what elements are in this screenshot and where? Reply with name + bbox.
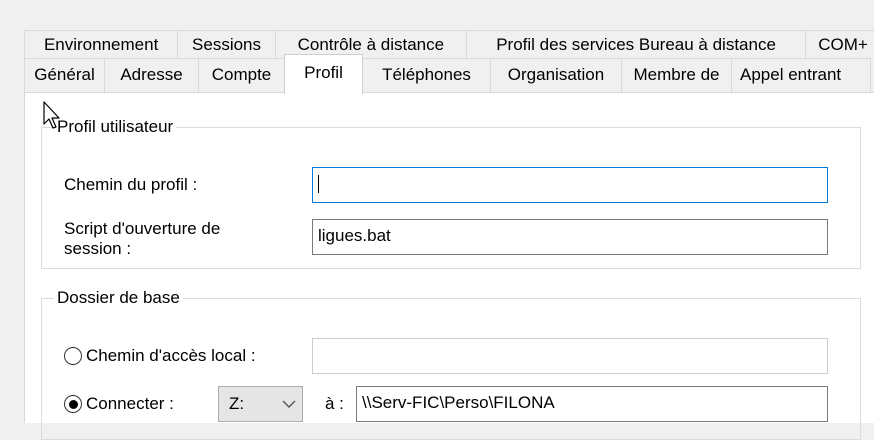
home-folder-legend: Dossier de base [57, 288, 180, 307]
tab-telephones[interactable]: Téléphones [362, 58, 491, 92]
profile-path-input[interactable] [312, 167, 828, 203]
tab-sessions[interactable]: Sessions [177, 30, 276, 58]
tab-appel-entrant[interactable]: Appel entrant [731, 58, 871, 92]
local-path-label: Chemin d'accès local : [86, 346, 256, 365]
connect-label: Connecter : [86, 394, 174, 413]
connect-path-input[interactable]: \\Serv-FIC\Perso\FILONA [356, 386, 828, 422]
tab-row-bottom: Général Adresse Compte Profil Téléphones… [24, 54, 874, 94]
logon-script-value: ligues.bat [318, 226, 391, 245]
tab-organisation[interactable]: Organisation [490, 58, 622, 92]
connect-path-value: \\Serv-FIC\Perso\FILONA [362, 393, 555, 412]
profile-user-legend: Profil utilisateur [57, 117, 174, 136]
tab-membre-de[interactable]: Membre de [621, 58, 732, 92]
tab-adresse[interactable]: Adresse [104, 58, 199, 92]
local-path-input[interactable] [312, 338, 828, 374]
local-path-radio[interactable] [64, 347, 82, 365]
local-path-option[interactable]: Chemin d'accès local : [64, 346, 256, 366]
profile-path-label: Chemin du profil : [64, 175, 198, 194]
connect-radio[interactable] [64, 395, 82, 413]
chevron-down-icon [282, 400, 296, 408]
tab-general[interactable]: Général [24, 58, 105, 92]
connect-option[interactable]: Connecter : [64, 394, 174, 414]
profile-tab-panel: Profil utilisateur Chemin du profil : Sc… [24, 92, 874, 440]
arrow-cursor-icon [43, 101, 60, 129]
home-folder-group: Dossier de base Chemin d'accès local : C… [41, 288, 861, 440]
tab-compte[interactable]: Compte [198, 58, 285, 92]
tab-profil-services-bureau-distance[interactable]: Profil des services Bureau à distance [465, 30, 807, 58]
drive-letter-value: Z: [229, 394, 245, 413]
drive-letter-select[interactable]: Z: [218, 386, 303, 422]
tab-environnement[interactable]: Environnement [24, 30, 179, 58]
tab-row-top: Environnement Sessions Contrôle à distan… [24, 30, 874, 58]
logon-script-label-line2: session : [64, 239, 132, 258]
profile-user-group: Profil utilisateur Chemin du profil : Sc… [41, 117, 861, 269]
logon-script-label-line1: Script d'ouverture de [64, 219, 221, 238]
tab-com-plus[interactable]: COM+ [805, 30, 874, 58]
connect-to-label: à : [325, 394, 344, 413]
logon-script-input[interactable]: ligues.bat [312, 219, 828, 255]
tab-profil[interactable]: Profil [284, 54, 363, 94]
text-caret [318, 175, 319, 193]
